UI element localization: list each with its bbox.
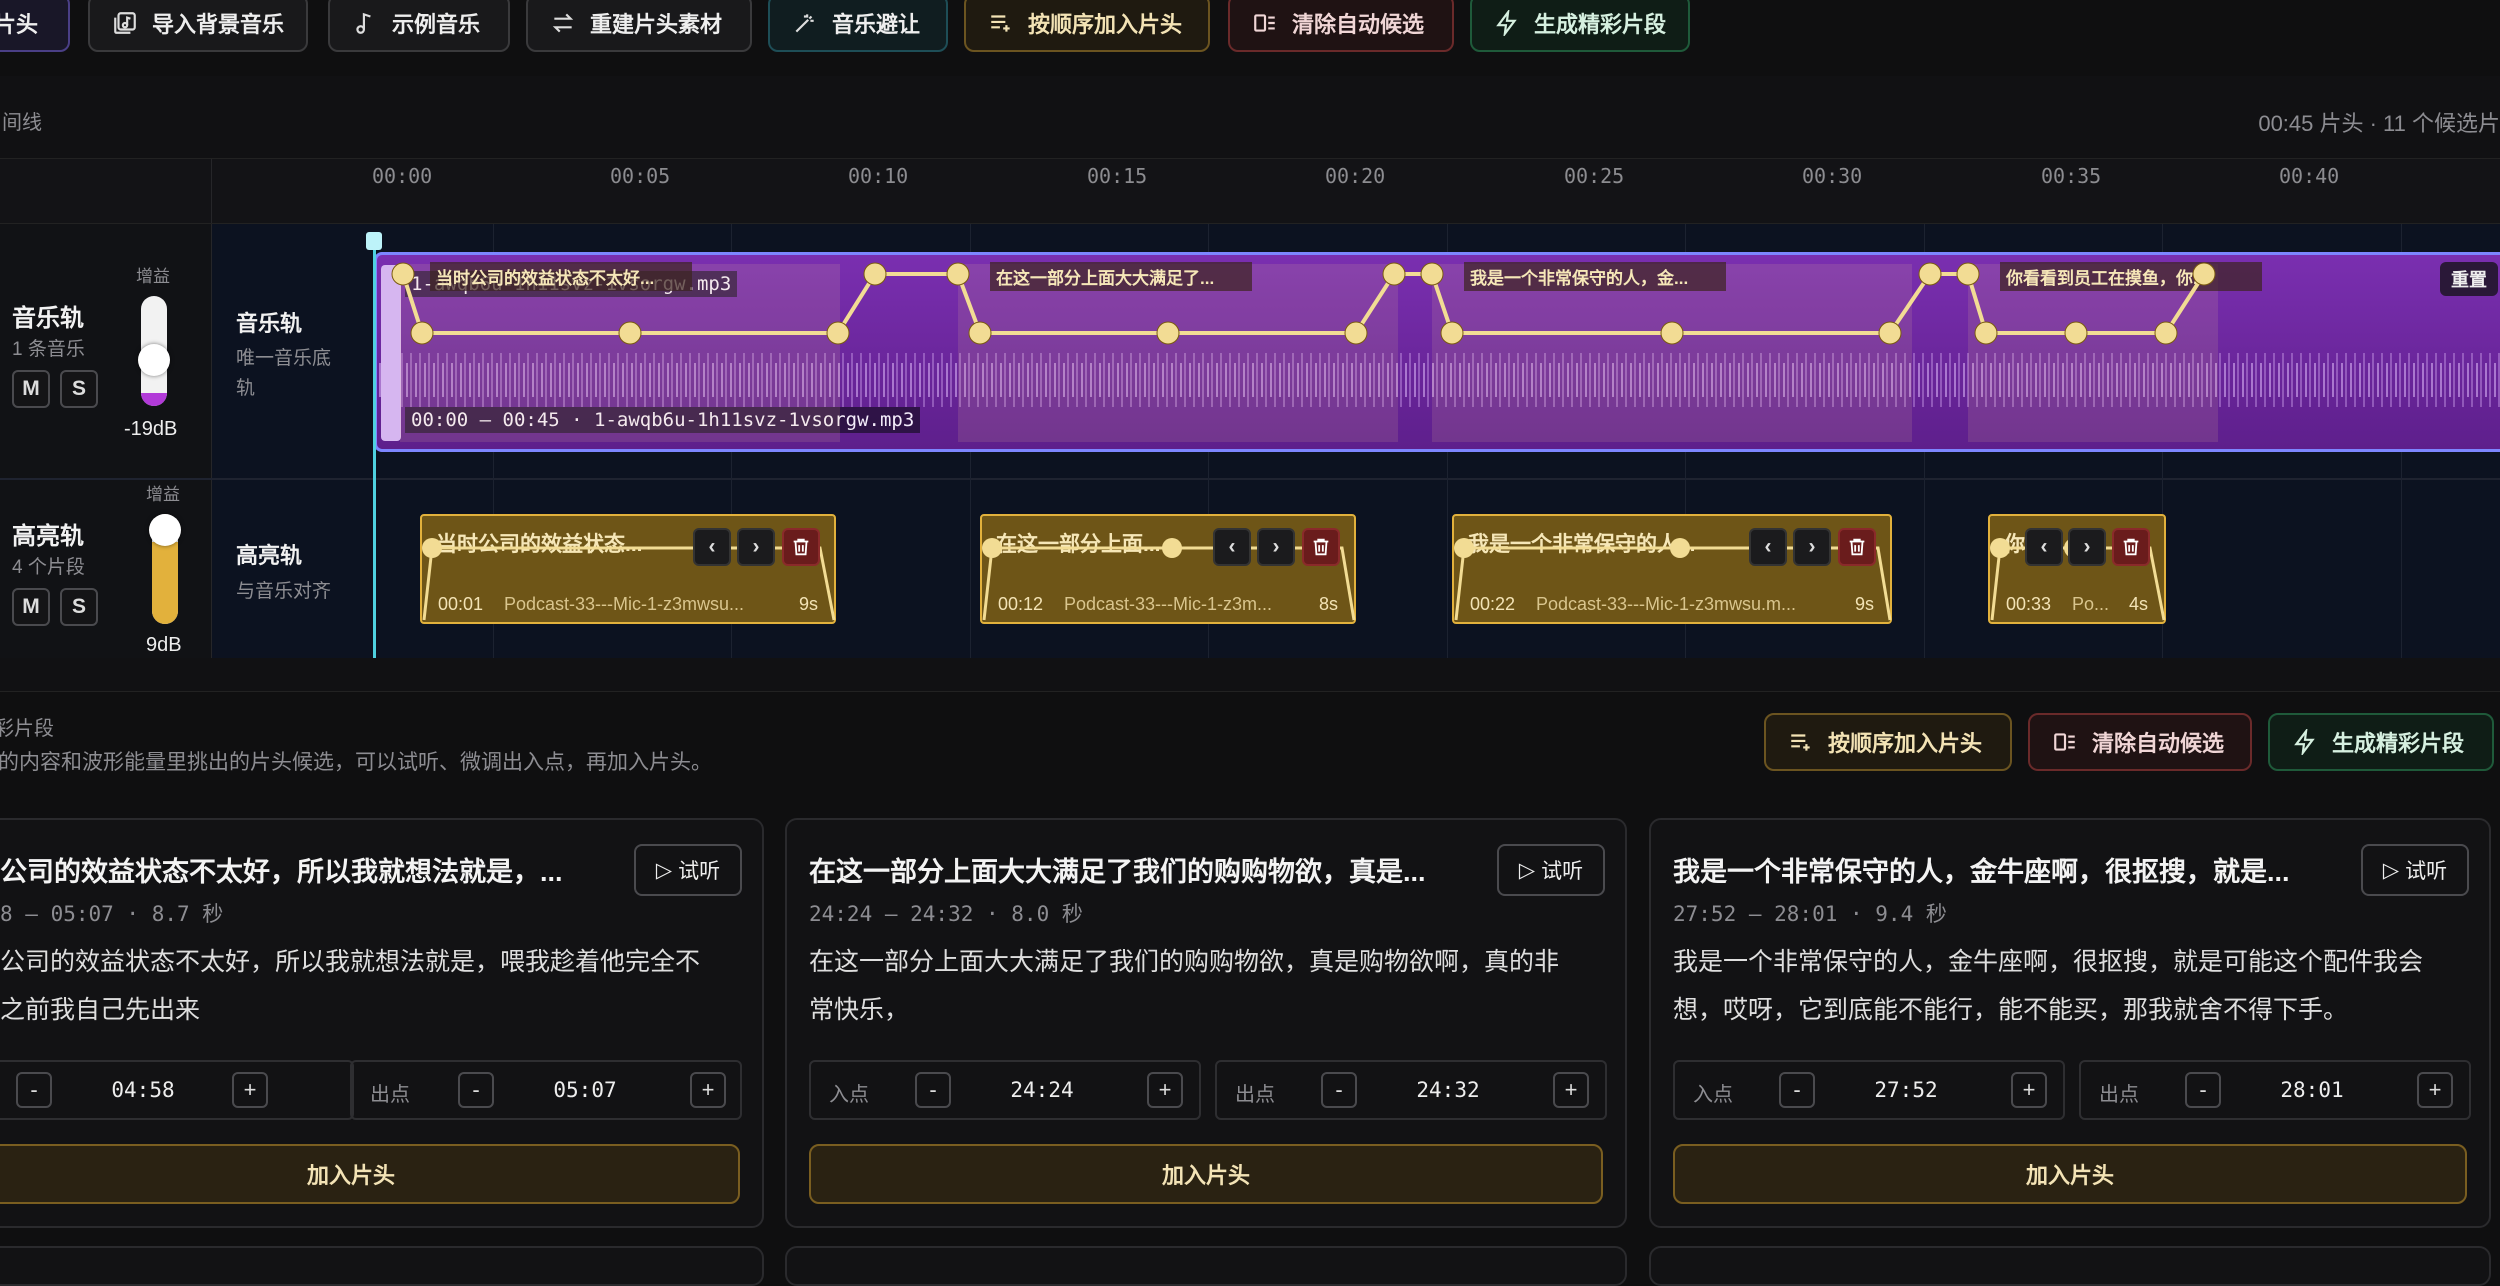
- in-minus-button[interactable]: -: [915, 1072, 951, 1108]
- highlight-card-next-row: [785, 1246, 1627, 1286]
- out-point-value[interactable]: 28:01: [2247, 1078, 2377, 1102]
- highlights-title: 彩片段: [0, 718, 54, 740]
- section-generate-button[interactable]: 生成精彩片段: [2268, 713, 2494, 771]
- in-minus-button[interactable]: -: [16, 1072, 52, 1108]
- in-plus-button[interactable]: +: [232, 1072, 268, 1108]
- card-text: 我是一个非常保守的人，金牛座啊，很抠搜，就是可能这个配件我会想，哎呀，它到底能不…: [1673, 948, 2424, 1024]
- play-icon: ▷: [2382, 858, 2400, 882]
- card-title: 公司的效益状态不太好，所以我就想法就是，...: [0, 857, 563, 887]
- move-right-button[interactable]: ›: [1793, 528, 1831, 566]
- delete-clip-button[interactable]: [1302, 528, 1340, 566]
- trash-icon: [793, 538, 809, 556]
- preview-button[interactable]: ▷ 试听: [2361, 844, 2469, 896]
- in-point-label: 入点: [1693, 1084, 1733, 1106]
- delete-clip-button[interactable]: [782, 528, 820, 566]
- move-right-button[interactable]: ›: [737, 528, 775, 566]
- out-point-control: 出点 - 28:01 +: [2079, 1060, 2471, 1120]
- card-time: 24:24 – 24:32 · 8.0 秒: [809, 902, 1083, 926]
- in-point-label: 入点: [829, 1084, 869, 1106]
- trash-icon: [1849, 538, 1865, 556]
- move-left-button[interactable]: ‹: [1213, 528, 1251, 566]
- out-minus-button[interactable]: -: [458, 1072, 494, 1108]
- move-right-button[interactable]: ›: [1257, 528, 1295, 566]
- trash-icon: [1313, 538, 1329, 556]
- highlights-description: 的内容和波形能量里挑出的片头候选，可以试听、微调出入点，再加入片头。: [0, 751, 712, 774]
- in-plus-button[interactable]: +: [2011, 1072, 2047, 1108]
- move-left-button[interactable]: ‹: [2025, 528, 2063, 566]
- add-to-intro-button[interactable]: 加入片头: [1673, 1144, 2467, 1204]
- preview-button[interactable]: ▷ 试听: [1497, 844, 1605, 896]
- in-plus-button[interactable]: +: [1147, 1072, 1183, 1108]
- highlight-card: 公司的效益状态不太好，所以我就想法就是，... 8 – 05:07 · 8.7 …: [0, 818, 764, 1228]
- in-point-value[interactable]: 04:58: [78, 1078, 208, 1102]
- trash-icon: [2123, 538, 2139, 556]
- out-point-value[interactable]: 24:32: [1383, 1078, 1513, 1102]
- play-icon: ▷: [655, 858, 673, 882]
- out-plus-button[interactable]: +: [1553, 1072, 1589, 1108]
- out-point-label: 出点: [370, 1084, 410, 1106]
- card-time: 8 – 05:07 · 8.7 秒: [0, 902, 224, 926]
- highlight-card: 在这一部分上面大大满足了我们的购购物欲，真是... 24:24 – 24:32 …: [785, 818, 1627, 1228]
- in-point-control: 入点 - 24:24 +: [809, 1060, 1201, 1120]
- move-right-button[interactable]: ›: [2068, 528, 2106, 566]
- in-point-value[interactable]: 24:24: [977, 1078, 1107, 1102]
- in-point-value[interactable]: 27:52: [1841, 1078, 1971, 1102]
- out-plus-button[interactable]: +: [690, 1072, 726, 1108]
- highlight-card-next-row: [1649, 1246, 2491, 1286]
- out-minus-button[interactable]: -: [1321, 1072, 1357, 1108]
- card-text: 在这一部分上面大大满足了我们的购购物欲，真是购物欲啊，真的非常快乐，: [809, 948, 1560, 1024]
- add-to-intro-button[interactable]: 加入片头: [0, 1144, 740, 1204]
- section-clear-auto-button[interactable]: 清除自动候选: [2028, 713, 2252, 771]
- out-plus-button[interactable]: +: [2417, 1072, 2453, 1108]
- out-point-label: 出点: [1235, 1084, 1275, 1106]
- add-to-intro-button[interactable]: 加入片头: [809, 1144, 1603, 1204]
- in-minus-button[interactable]: -: [1779, 1072, 1815, 1108]
- out-minus-button[interactable]: -: [2185, 1072, 2221, 1108]
- move-left-button[interactable]: ‹: [1749, 528, 1787, 566]
- delete-clip-button[interactable]: [1838, 528, 1876, 566]
- section-add-in-order-button[interactable]: 按顺序加入片头: [1764, 713, 2012, 771]
- card-title: 在这一部分上面大大满足了我们的购购物欲，真是...: [809, 857, 1426, 887]
- play-icon: ▷: [1518, 858, 1536, 882]
- out-point-value[interactable]: 05:07: [520, 1078, 650, 1102]
- out-point-label: 出点: [2099, 1084, 2139, 1106]
- card-time: 27:52 – 28:01 · 9.4 秒: [1673, 902, 1947, 926]
- out-point-control: 出点 - 05:07 +: [350, 1060, 742, 1120]
- highlight-card-next-row: [0, 1246, 764, 1286]
- card-text: 公司的效益状态不太好，所以我就想法就是，喂我趁着他完全不之前我自己先出来: [0, 948, 701, 1024]
- list-add-icon: [1791, 734, 1810, 751]
- move-left-button[interactable]: ‹: [693, 528, 731, 566]
- lightning-icon: [2294, 729, 2315, 755]
- out-point-control: 出点 - 24:32 +: [1215, 1060, 1607, 1120]
- preview-button[interactable]: ▷ 试听: [634, 844, 742, 896]
- card-title: 我是一个非常保守的人，金牛座啊，很抠搜，就是...: [1673, 857, 2290, 887]
- highlight-envelopes: [422, 538, 2166, 621]
- delete-clip-button[interactable]: [2112, 528, 2150, 566]
- clear-list-icon: [2054, 733, 2075, 751]
- in-point-control: 入点 - 27:52 +: [1673, 1060, 2065, 1120]
- in-point-control: - 04:58 +: [0, 1060, 354, 1120]
- highlight-card: 我是一个非常保守的人，金牛座啊，很抠搜，就是... 27:52 – 28:01 …: [1649, 818, 2491, 1228]
